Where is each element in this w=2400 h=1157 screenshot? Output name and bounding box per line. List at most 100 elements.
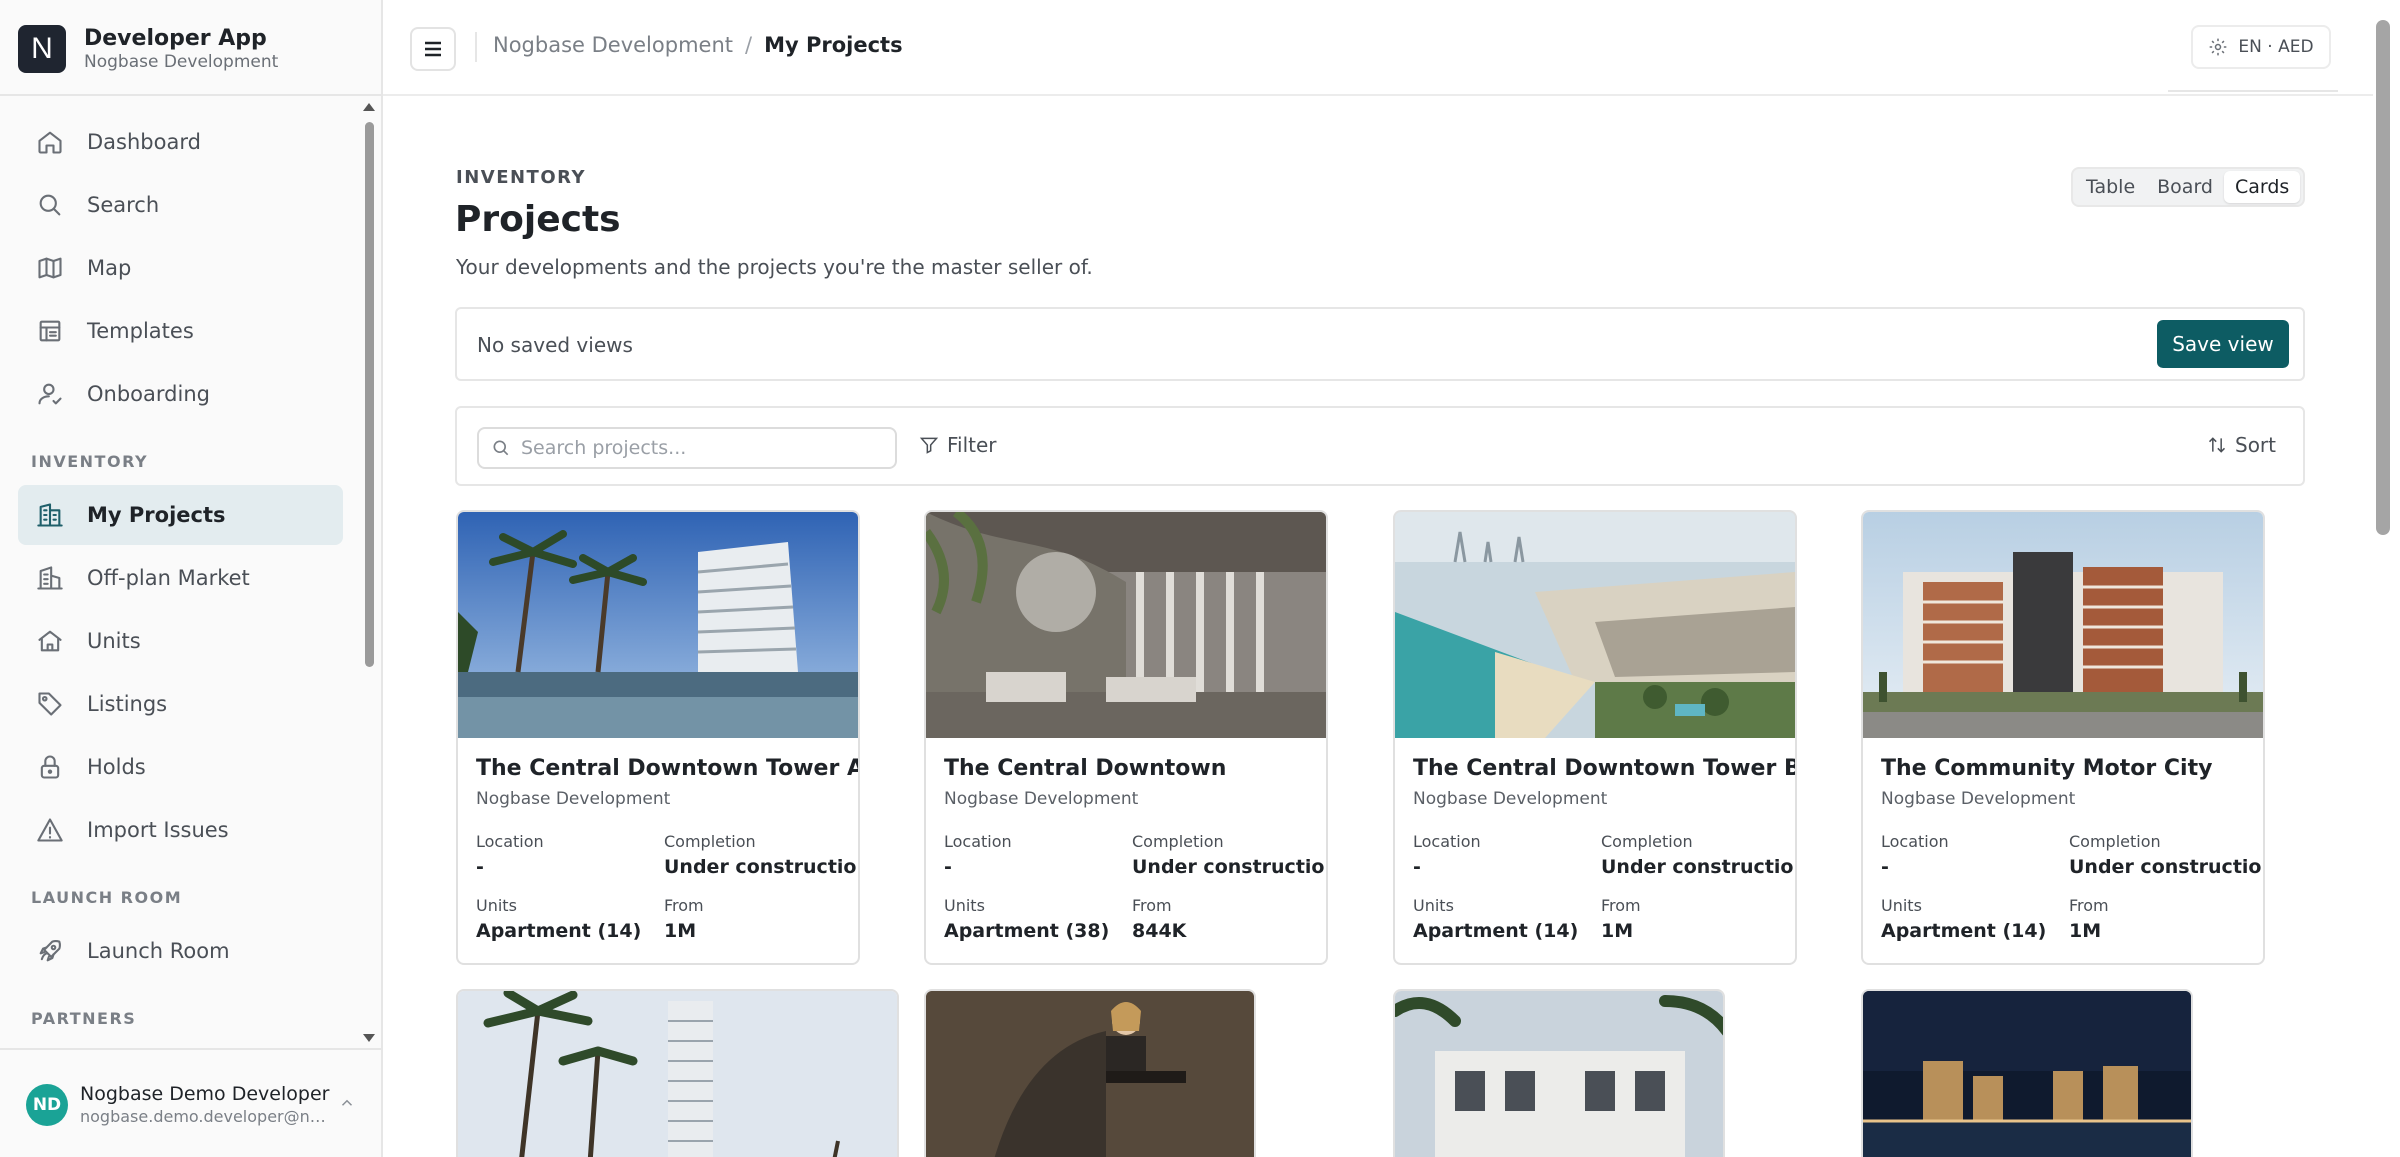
sidebar-item-launch-room[interactable]: Launch Room bbox=[18, 921, 343, 981]
from-label: From bbox=[2069, 896, 2109, 915]
app-switcher[interactable]: N Developer App Nogbase Development bbox=[18, 24, 378, 74]
sidebar-item-import-issues[interactable]: Import Issues bbox=[18, 800, 343, 860]
project-image bbox=[1395, 512, 1795, 738]
breadcrumb-current: My Projects bbox=[764, 33, 903, 57]
house-icon bbox=[36, 627, 64, 655]
from-price-value: 1M bbox=[2069, 920, 2102, 942]
project-developer: Nogbase Development bbox=[1413, 789, 1608, 809]
filter-button[interactable]: Filter bbox=[919, 433, 997, 457]
sidebar-item-holds[interactable]: Holds bbox=[18, 737, 343, 797]
location-label: Location bbox=[1413, 832, 1481, 851]
locale-label: EN · AED bbox=[2238, 37, 2314, 57]
from-label: From bbox=[1601, 896, 1641, 915]
project-card-image[interactable] bbox=[1393, 989, 1725, 1157]
units-value: Apartment (38) bbox=[944, 920, 1110, 942]
view-toggle: Table Board Cards bbox=[2071, 167, 2305, 207]
units-value: Apartment (14) bbox=[1881, 920, 2047, 942]
completion-label: Completion bbox=[664, 832, 756, 851]
sidebar-item-label: Search bbox=[87, 193, 160, 217]
sidebar-scroll-down[interactable] bbox=[363, 1034, 375, 1042]
chevron-up-icon[interactable] bbox=[338, 1094, 360, 1116]
sidebar-item-label: Onboarding bbox=[87, 382, 210, 406]
from-label: From bbox=[664, 896, 704, 915]
tag-icon bbox=[36, 690, 64, 718]
sidebar-item-map[interactable]: Map bbox=[18, 238, 343, 298]
sidebar-item-dashboard[interactable]: Dashboard bbox=[18, 112, 343, 172]
breadcrumb-parent-link[interactable]: Nogbase Development bbox=[493, 33, 733, 57]
view-board-button[interactable]: Board bbox=[2146, 171, 2224, 203]
project-image bbox=[926, 512, 1326, 738]
sidebar-item-search[interactable]: Search bbox=[18, 175, 343, 235]
sort-label: Sort bbox=[2235, 433, 2276, 457]
menu-icon bbox=[425, 41, 441, 57]
locale-underline bbox=[2168, 90, 2338, 92]
header-divider bbox=[475, 32, 477, 62]
sidebar-item-templates[interactable]: Templates bbox=[18, 301, 343, 361]
sidebar-item-label: Off-plan Market bbox=[87, 566, 250, 590]
project-card[interactable]: The Central Downtown Tower B Nogbase Dev… bbox=[1393, 510, 1797, 965]
project-card[interactable]: The Community Motor City Nogbase Develop… bbox=[1861, 510, 2265, 965]
project-card-image[interactable] bbox=[924, 989, 1256, 1157]
avatar: ND bbox=[26, 1084, 68, 1126]
project-card-image[interactable] bbox=[456, 989, 899, 1157]
sort-button[interactable]: Sort bbox=[2207, 433, 2276, 457]
location-label: Location bbox=[476, 832, 544, 851]
sidebar-item-label: Launch Room bbox=[87, 939, 230, 963]
filter-label: Filter bbox=[947, 433, 997, 457]
search-icon bbox=[493, 440, 509, 456]
user-divider bbox=[0, 1048, 381, 1050]
section-partners: PARTNERS bbox=[31, 1009, 137, 1028]
project-card[interactable]: The Central Downtown Nogbase Development… bbox=[924, 510, 1328, 965]
sidebar-divider bbox=[0, 94, 381, 96]
office-icon bbox=[36, 564, 64, 592]
units-value: Apartment (14) bbox=[476, 920, 642, 942]
filter-icon bbox=[919, 437, 939, 454]
warning-icon bbox=[36, 816, 64, 844]
map-icon bbox=[36, 254, 64, 282]
search-box[interactable] bbox=[477, 427, 897, 469]
sidebar-item-units[interactable]: Units bbox=[18, 611, 343, 671]
search-projects-input[interactable] bbox=[521, 437, 881, 459]
sidebar-item-off-plan-market[interactable]: Off-plan Market bbox=[18, 548, 343, 608]
project-card[interactable]: The Central Downtown Tower A Nogbase Dev… bbox=[456, 510, 860, 965]
sidebar-item-label: Import Issues bbox=[87, 818, 229, 842]
breadcrumb-separator: / bbox=[745, 33, 753, 57]
sidebar-item-onboarding[interactable]: Onboarding bbox=[18, 364, 343, 424]
project-name: The Central Downtown bbox=[944, 756, 1227, 781]
page-title: Projects bbox=[455, 199, 621, 240]
lock-icon bbox=[36, 753, 64, 781]
breadcrumb: Nogbase Development / My Projects bbox=[493, 33, 903, 57]
sidebar-item-label: Units bbox=[87, 629, 141, 653]
app-logo: N bbox=[18, 25, 66, 73]
from-label: From bbox=[1132, 896, 1172, 915]
view-cards-button[interactable]: Cards bbox=[2223, 171, 2301, 203]
project-card-image[interactable] bbox=[1861, 989, 2193, 1157]
sidebar: N Developer App Nogbase Development Dash… bbox=[0, 0, 383, 1157]
units-label: Units bbox=[476, 896, 517, 915]
sidebar-item-my-projects[interactable]: My Projects bbox=[18, 485, 343, 545]
user-name: Nogbase Demo Developer bbox=[80, 1083, 330, 1105]
page-subtitle: Your developments and the projects you'r… bbox=[456, 255, 1093, 279]
project-image bbox=[458, 512, 858, 738]
sidebar-scrollbar[interactable] bbox=[365, 122, 374, 667]
gear-icon bbox=[2210, 38, 2227, 56]
projects-toolbar: Filter Sort bbox=[455, 406, 2305, 486]
sidebar-nav: Dashboard Search Map Templates Onboardin… bbox=[18, 112, 343, 1042]
save-view-button[interactable]: Save view bbox=[2157, 320, 2289, 368]
view-table-button[interactable]: Table bbox=[2075, 171, 2146, 203]
sidebar-item-listings[interactable]: Listings bbox=[18, 674, 343, 734]
page-scrollbar[interactable] bbox=[2376, 20, 2390, 535]
locale-settings-button[interactable]: EN · AED bbox=[2191, 25, 2331, 69]
user-email: nogbase.demo.developer@nogbase.com bbox=[80, 1107, 330, 1126]
completion-label: Completion bbox=[1601, 832, 1693, 851]
location-value: - bbox=[476, 856, 484, 878]
from-price-value: 1M bbox=[664, 920, 697, 942]
app-name: Developer App bbox=[84, 26, 267, 51]
section-inventory: INVENTORY bbox=[31, 452, 149, 471]
project-name: The Central Downtown Tower B bbox=[1413, 756, 1797, 781]
project-name: The Central Downtown Tower A bbox=[476, 756, 860, 781]
sidebar-toggle-button[interactable] bbox=[410, 27, 456, 71]
user-menu[interactable]: ND Nogbase Demo Developer nogbase.demo.d… bbox=[26, 1075, 366, 1135]
sidebar-scroll-up[interactable] bbox=[363, 103, 375, 111]
section-launch-room: LAUNCH ROOM bbox=[31, 888, 183, 907]
